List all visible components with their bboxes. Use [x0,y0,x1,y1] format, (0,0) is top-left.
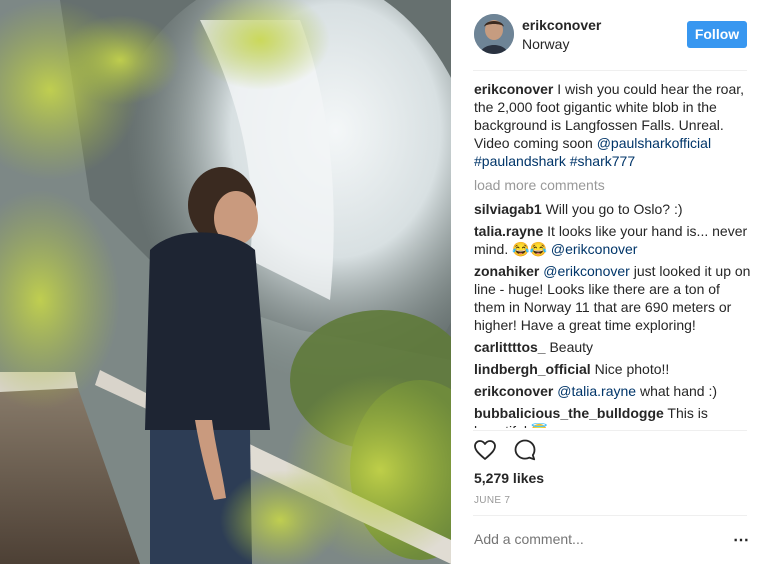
comment-username[interactable]: carlittttos_ [474,339,546,355]
speech-bubble-icon[interactable] [513,438,537,462]
comment-text: Will you go to Oslo? :) [541,201,683,217]
caption: erikconover I wish you could hear the ro… [474,80,754,170]
comment-item: erikconover @talia.rayne what hand :) [474,382,754,400]
comment-username[interactable]: bubbalicious_the_bulldogge [474,405,664,421]
caption-username[interactable]: erikconover [474,81,553,97]
follow-button[interactable]: Follow [687,21,747,48]
avatar-image [474,14,514,54]
comment-mention[interactable]: @erikconover [543,263,630,279]
comment-username[interactable]: silviagab1 [474,201,542,217]
post-panel: erikconover Norway Follow erikconover I … [451,0,768,564]
caption-hashtags[interactable]: #paulandshark #shark777 [474,153,635,169]
header-username[interactable]: erikconover [522,17,601,33]
comment-text: Nice photo!! [590,361,670,377]
load-more-comments[interactable]: load more comments [474,176,754,194]
post-photo[interactable] [0,0,451,564]
photo-scene [0,0,451,564]
action-bar [473,438,553,464]
comment-mention[interactable]: @talia.rayne [557,383,636,399]
likes-count[interactable]: 5,279 likes [474,470,544,486]
post-date[interactable]: JUNE 7 [474,495,510,506]
avatar[interactable] [474,14,514,54]
comment-mention[interactable]: @erikconover [551,241,638,257]
comment-username[interactable]: lindbergh_official [474,361,591,377]
comment-text: what hand :) [636,383,718,399]
comments-divider [473,430,747,431]
comment-text: Beauty [545,339,594,355]
comment-username[interactable]: erikconover [474,383,553,399]
comment-item: silviagab1 Will you go to Oslo? :) [474,200,754,218]
caption-mention[interactable]: @paulsharkofficial [597,135,711,151]
comment-username[interactable]: talia.rayne [474,223,543,239]
more-options-icon[interactable]: ⋯ [733,530,750,550]
footer-divider [473,515,747,516]
comment-item: bubbalicious_the_bulldogge This is beaut… [474,404,754,428]
heart-icon[interactable] [473,438,497,462]
comment-item: talia.rayne It looks like your hand is..… [474,222,754,258]
comment-item: lindbergh_official Nice photo!! [474,360,754,378]
comment-username[interactable]: zonahiker [474,263,539,279]
comment-item: carlittttos_ Beauty [474,338,754,356]
add-comment-input[interactable] [474,531,704,547]
comment-item: zonahiker @erikconover just looked it up… [474,262,754,334]
header-location[interactable]: Norway [522,36,569,52]
comments-list[interactable]: erikconover I wish you could hear the ro… [474,80,754,428]
post-header: erikconover Norway Follow [451,0,768,70]
header-divider [473,70,747,71]
